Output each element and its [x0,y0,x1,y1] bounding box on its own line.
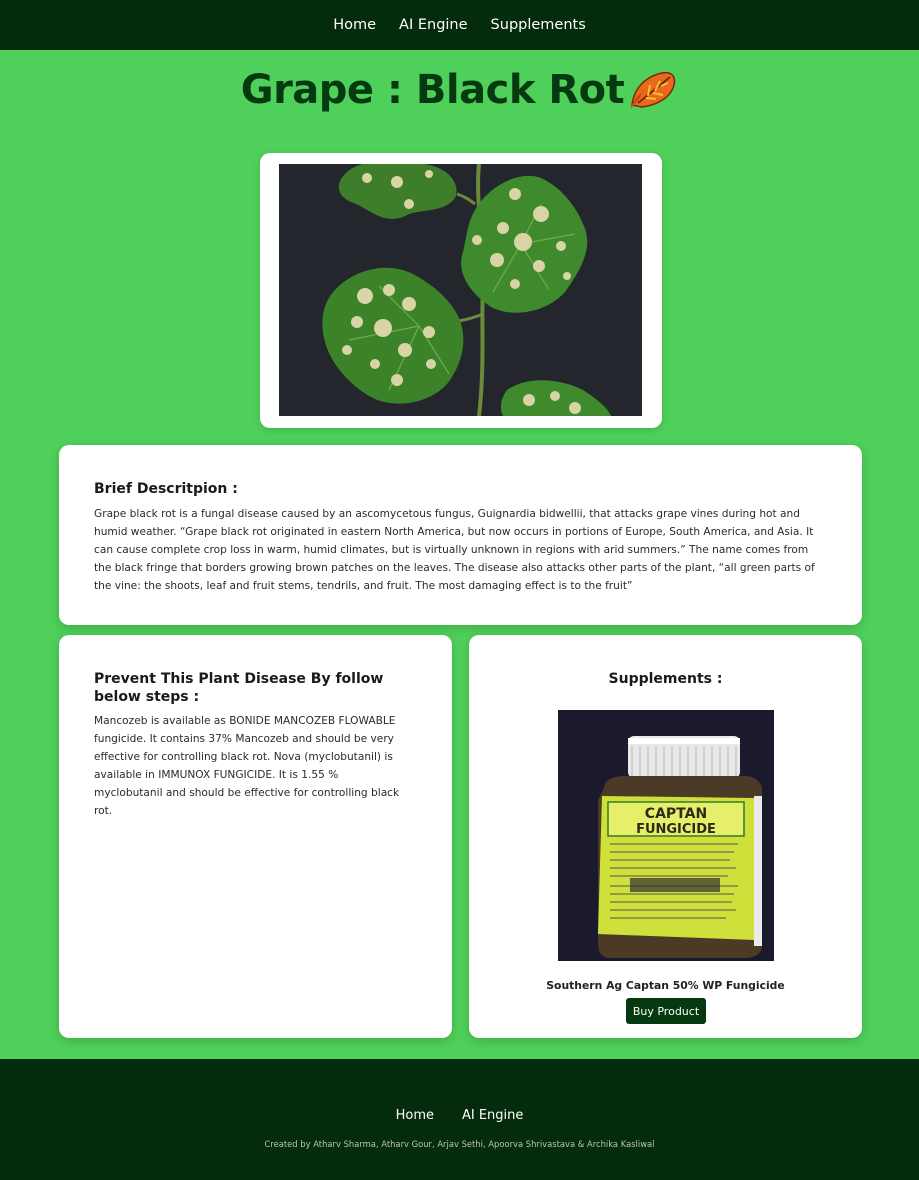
product-label-line-1: CAPTAN [645,806,707,822]
hero-image-card [260,153,662,428]
nav-home-link[interactable]: Home [333,17,376,33]
page-title: Grape : Black Rot [240,67,625,113]
product-name: Southern Ag Captan 50% WP Fungicide [546,979,785,992]
nav-ai-engine-link[interactable]: AI Engine [399,17,468,33]
footer-credits: Created by Atharv Sharma, Atharv Gour, A… [264,1139,655,1149]
description-card: Brief Descritpion : Grape black rot is a… [59,445,862,625]
page-header: Grape : Black Rot [0,67,919,113]
prevention-text: Mancozeb is available as BONIDE MANCOZEB… [94,715,400,817]
disease-photo [279,164,642,416]
prevention-heading: Prevent This Plant Disease By follow bel… [94,671,384,705]
supplements-heading: Supplements : [608,671,723,687]
top-navbar: Home AI Engine Supplements [0,0,919,50]
footer-home-link[interactable]: Home [396,1108,434,1123]
product-label-line-2: FUNGICIDE [636,822,716,837]
product-image: CAPTAN FUNGICIDE [558,710,774,961]
footer-ai-engine-link[interactable]: AI Engine [462,1108,523,1123]
description-text: Grape black rot is a fungal disease caus… [94,507,815,592]
footer-nav: Home AI Engine [0,1108,919,1123]
fallen-leaf-icon [628,69,678,111]
description-heading: Brief Descritpion : [94,481,238,497]
prevention-card: Prevent This Plant Disease By follow bel… [59,635,452,1038]
buy-product-button[interactable]: Buy Product [626,998,706,1024]
supplements-card: Supplements : CAPTAN FUNGICIDE Southern … [469,635,862,1038]
footer: Home AI Engine Created by Atharv Sharma,… [0,1059,919,1180]
nav-supplements-link[interactable]: Supplements [491,17,586,33]
